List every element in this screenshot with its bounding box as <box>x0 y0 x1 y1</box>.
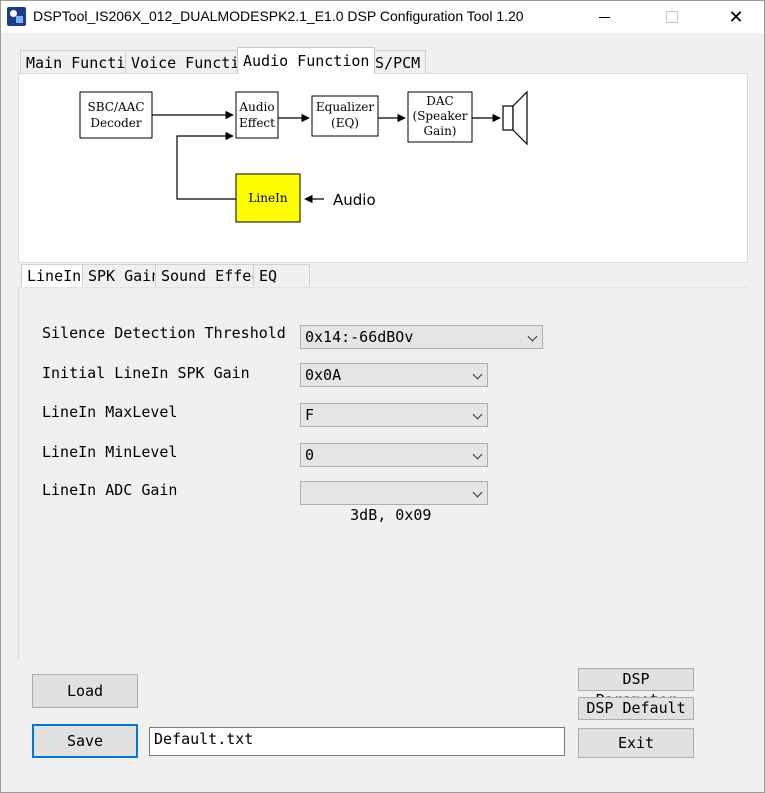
exit-button[interactable]: Exit <box>578 728 694 758</box>
silence-threshold-value: 0x14:-66dBOv <box>305 328 414 346</box>
linein-block: LineIn <box>235 173 301 223</box>
linein-minlevel-value: 0 <box>305 446 315 464</box>
linein-block-label: LineIn <box>248 191 287 205</box>
equalizer-block: Equalizer (EQ) <box>311 95 379 137</box>
linein-maxlevel-label: LineIn MaxLevel <box>42 403 178 421</box>
dac-label-2: (Speaker <box>413 109 468 123</box>
window-title: DSPTool_IS206X_012_DUALMODESPK2.1_E1.0 D… <box>33 8 524 24</box>
decoder-label-1: SBC/AAC <box>88 100 145 114</box>
app-window: DSPTool_IS206X_012_DUALMODESPK2.1_E1.0 D… <box>0 0 765 793</box>
linein-maxlevel-value: F <box>305 406 315 424</box>
linein-minlevel-select[interactable]: 0 <box>300 443 488 467</box>
minimize-icon <box>598 16 610 18</box>
audio-effect-label-1: Audio <box>238 100 274 114</box>
dac-label-1: DAC <box>426 94 453 108</box>
linein-adc-gain-value: 3dB, 0x09 <box>341 506 432 524</box>
title-bar: DSPTool_IS206X_012_DUALMODESPK2.1_E1.0 D… <box>1 1 764 33</box>
initial-spk-gain-value: 0x0A <box>305 366 342 384</box>
silence-threshold-select[interactable]: 0x14:-66dBOv <box>300 325 543 349</box>
linein-adc-gain-select[interactable]: 3dB, 0x09 <box>300 481 488 524</box>
close-icon: ✕ <box>728 6 744 28</box>
minimize-button[interactable] <box>581 1 627 33</box>
decoder-block: SBC/AAC Decoder <box>79 91 153 139</box>
maximize-button[interactable] <box>649 1 695 33</box>
dac-block: DAC (Speaker Gain) <box>407 91 473 143</box>
subtab-eq[interactable]: EQ <box>253 264 310 286</box>
equalizer-label-1: Equalizer <box>316 100 374 114</box>
chevron-down-icon <box>472 409 483 420</box>
chevron-down-icon <box>472 487 483 498</box>
linein-minlevel-label: LineIn MinLevel <box>42 443 178 461</box>
chevron-down-icon <box>472 449 483 460</box>
subtab-linein[interactable]: LineIn <box>21 264 88 288</box>
silence-threshold-label: Silence Detection Threshold <box>42 324 286 342</box>
maximize-icon <box>666 11 678 23</box>
subtab-spk-gain[interactable]: SPK Gain <box>82 264 167 286</box>
speaker-icon <box>502 90 528 146</box>
audio-effect-block: Audio Effect <box>235 91 279 139</box>
load-button[interactable]: Load <box>32 674 138 708</box>
audio-effect-label-2: Effect <box>239 116 275 130</box>
linein-maxlevel-select[interactable]: F <box>300 403 488 427</box>
dac-label-3: Gain) <box>424 124 457 138</box>
decoder-label-2: Decoder <box>90 116 141 130</box>
app-icon <box>7 7 26 26</box>
audio-flow-diagram: SBC/AAC Decoder Audio Effect Equalizer (… <box>79 90 528 223</box>
chevron-down-icon <box>527 331 538 342</box>
audio-input-label: Audio <box>333 191 376 209</box>
audio-flow-panel: SBC/AAC Decoder Audio Effect Equalizer (… <box>18 73 748 263</box>
dsp-default-button[interactable]: DSP Default <box>578 697 694 720</box>
dsp-parameter-button[interactable]: DSP Parameter <box>578 668 694 709</box>
tab-audio-function[interactable]: Audio Function <box>237 47 376 74</box>
close-button[interactable]: ✕ <box>713 1 759 33</box>
save-button[interactable]: Save <box>32 724 138 758</box>
chevron-down-icon <box>472 369 483 380</box>
linein-adc-gain-label: LineIn ADC Gain <box>42 481 178 499</box>
initial-spk-gain-select[interactable]: 0x0A <box>300 363 488 387</box>
equalizer-label-2: (EQ) <box>331 116 359 130</box>
initial-spk-gain-label: Initial LineIn SPK Gain <box>42 364 250 382</box>
filename-input[interactable]: Default.txt <box>149 727 565 756</box>
